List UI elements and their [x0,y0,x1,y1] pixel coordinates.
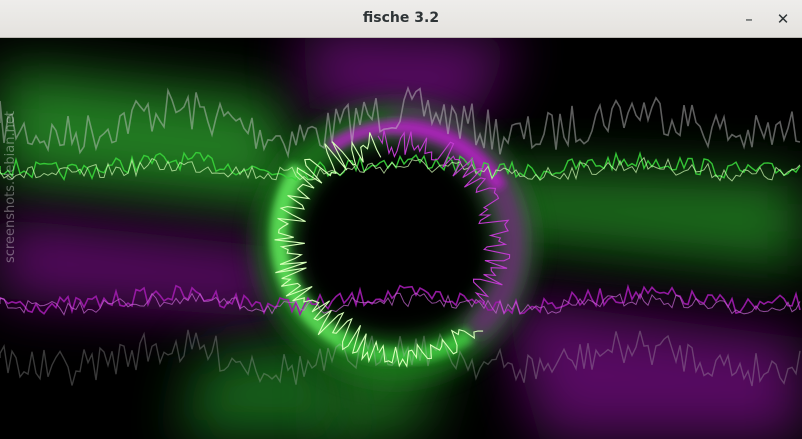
title-bar[interactable]: fische 3.2 – ✕ [0,0,802,38]
window-title: fische 3.2 [362,10,440,26]
app-window: fische 3.2 – ✕ screenshots.debian.net [0,0,802,439]
watermark-text: screenshots.debian.net [3,111,18,263]
visualizer-graphic [0,38,802,439]
center-ring [257,105,533,381]
minimize-button[interactable]: – [738,8,760,30]
visualizer-canvas: screenshots.debian.net [0,38,802,439]
minimize-icon: – [745,10,753,28]
watermark: screenshots.debian.net [3,111,18,263]
close-icon: ✕ [776,10,790,28]
close-button[interactable]: ✕ [772,8,794,30]
